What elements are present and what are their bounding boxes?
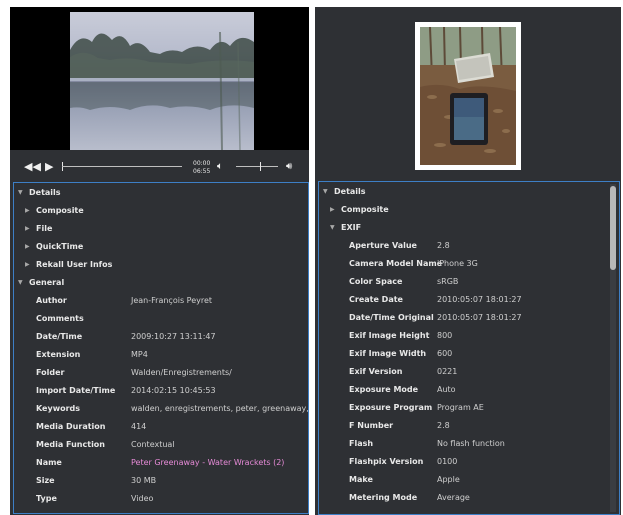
triangle-right-icon: ▶ (25, 261, 30, 268)
table-row[interactable]: Flashpix Version 0100 (319, 453, 609, 471)
tree-group-exif[interactable]: ▼ EXIF (319, 219, 609, 237)
tree-group-composite[interactable]: ▶ Composite (319, 201, 609, 219)
table-row[interactable]: Media Duration 414 (14, 418, 308, 436)
details-tree: ▼ Details ▶ Composite ▶ File ▶ QuickTime… (13, 182, 309, 514)
video-frame (70, 12, 254, 150)
tree-group-file[interactable]: ▶ File (14, 220, 304, 238)
table-row[interactable]: Size 30 MB (14, 472, 308, 490)
photo-image (420, 27, 516, 165)
volume-handle[interactable] (260, 162, 261, 171)
video-frame-image (70, 31, 254, 150)
tree-group-general[interactable]: ▼ General (14, 274, 304, 292)
table-row[interactable]: Exif Version 0221 (319, 363, 609, 381)
exif-details-tree: ▼ Details ▶ Composite ▼ EXIF Aperture Va… (318, 181, 620, 515)
table-row[interactable]: Name Peter Greenaway - Water Wrackets (2… (14, 454, 308, 472)
table-row[interactable]: F Number 2.8 (319, 417, 609, 435)
triangle-down-icon: ▼ (323, 188, 328, 195)
table-row[interactable]: Media Function Contextual (14, 436, 308, 454)
table-row[interactable]: Camera Model Name iPhone 3G (319, 255, 609, 273)
tree-group-composite[interactable]: ▶ Composite (14, 202, 304, 220)
player-controls: ◀◀ ▶ 00:00 06:55 🔈︎ 🔊︎ (10, 153, 309, 181)
table-row[interactable]: Exif Image Height 800 (319, 327, 609, 345)
seek-bar[interactable] (62, 166, 182, 167)
table-row[interactable]: Import Date/Time 2014:02:15 10:45:53 (14, 382, 308, 400)
triangle-down-icon: ▼ (18, 279, 23, 286)
volume-low-icon[interactable]: 🔈︎ (217, 161, 223, 172)
media-name-link[interactable]: Peter Greenaway - Water Wrackets (2) (131, 454, 284, 472)
tree-group-rekall-user-infos[interactable]: ▶ Rekall User Infos (14, 256, 304, 274)
table-row[interactable]: Author Jean-François Peyret (14, 292, 308, 310)
triangle-right-icon: ▶ (330, 206, 335, 213)
total-time: 06:55 (193, 168, 211, 175)
table-row[interactable]: Metering Mode Average (319, 489, 609, 507)
triangle-down-icon: ▼ (330, 224, 335, 231)
table-row[interactable]: Color Space sRGB (319, 273, 609, 291)
left-media-panel: ◀◀ ▶ 00:00 06:55 🔈︎ 🔊︎ ▼ Details ▶ Compo… (10, 7, 309, 515)
current-time: 00:00 (193, 160, 211, 167)
table-row[interactable]: Make Apple (319, 471, 609, 489)
triangle-right-icon: ▶ (25, 225, 30, 232)
table-row[interactable]: Flash No flash function (319, 435, 609, 453)
table-row[interactable]: Folder Walden/Enregistrements/ (14, 364, 308, 382)
table-row[interactable]: Type Video (14, 490, 308, 508)
triangle-right-icon: ▶ (25, 243, 30, 250)
right-media-panel: ▼ Details ▶ Composite ▼ EXIF Aperture Va… (315, 7, 621, 515)
play-icon[interactable]: ▶ (45, 161, 53, 172)
table-row[interactable]: Exposure Mode Auto (319, 381, 609, 399)
photo-thumbnail[interactable] (415, 22, 521, 170)
table-row[interactable]: Date/Time 2009:10:27 13:11:47 (14, 328, 308, 346)
volume-slider[interactable] (236, 166, 278, 167)
table-row[interactable]: Aperture Value 2.8 (319, 237, 609, 255)
tree-group-quicktime[interactable]: ▶ QuickTime (14, 238, 304, 256)
table-row[interactable]: Create Date 2010:05:07 18:01:27 (319, 291, 609, 309)
table-row[interactable]: Extension MP4 (14, 346, 308, 364)
tree-root-details[interactable]: ▼ Details (319, 183, 609, 201)
vertical-scrollbar[interactable] (610, 184, 616, 512)
triangle-right-icon: ▶ (25, 207, 30, 214)
scrollbar-thumb[interactable] (610, 186, 616, 270)
video-player[interactable] (10, 7, 309, 150)
table-row[interactable]: Exposure Program Program AE (319, 399, 609, 417)
triangle-down-icon: ▼ (18, 189, 23, 196)
tree-root-details[interactable]: ▼ Details (14, 184, 304, 202)
table-row[interactable]: Date/Time Original 2010:05:07 18:01:27 (319, 309, 609, 327)
volume-high-icon[interactable]: 🔊︎ (286, 161, 292, 172)
table-row[interactable]: Keywords walden, enregistrements, peter,… (14, 400, 308, 418)
table-row[interactable]: Comments (14, 310, 308, 328)
table-row[interactable]: Exif Image Width 600 (319, 345, 609, 363)
rewind-icon[interactable]: ◀◀ (24, 161, 41, 172)
photo-illustration (420, 27, 516, 165)
